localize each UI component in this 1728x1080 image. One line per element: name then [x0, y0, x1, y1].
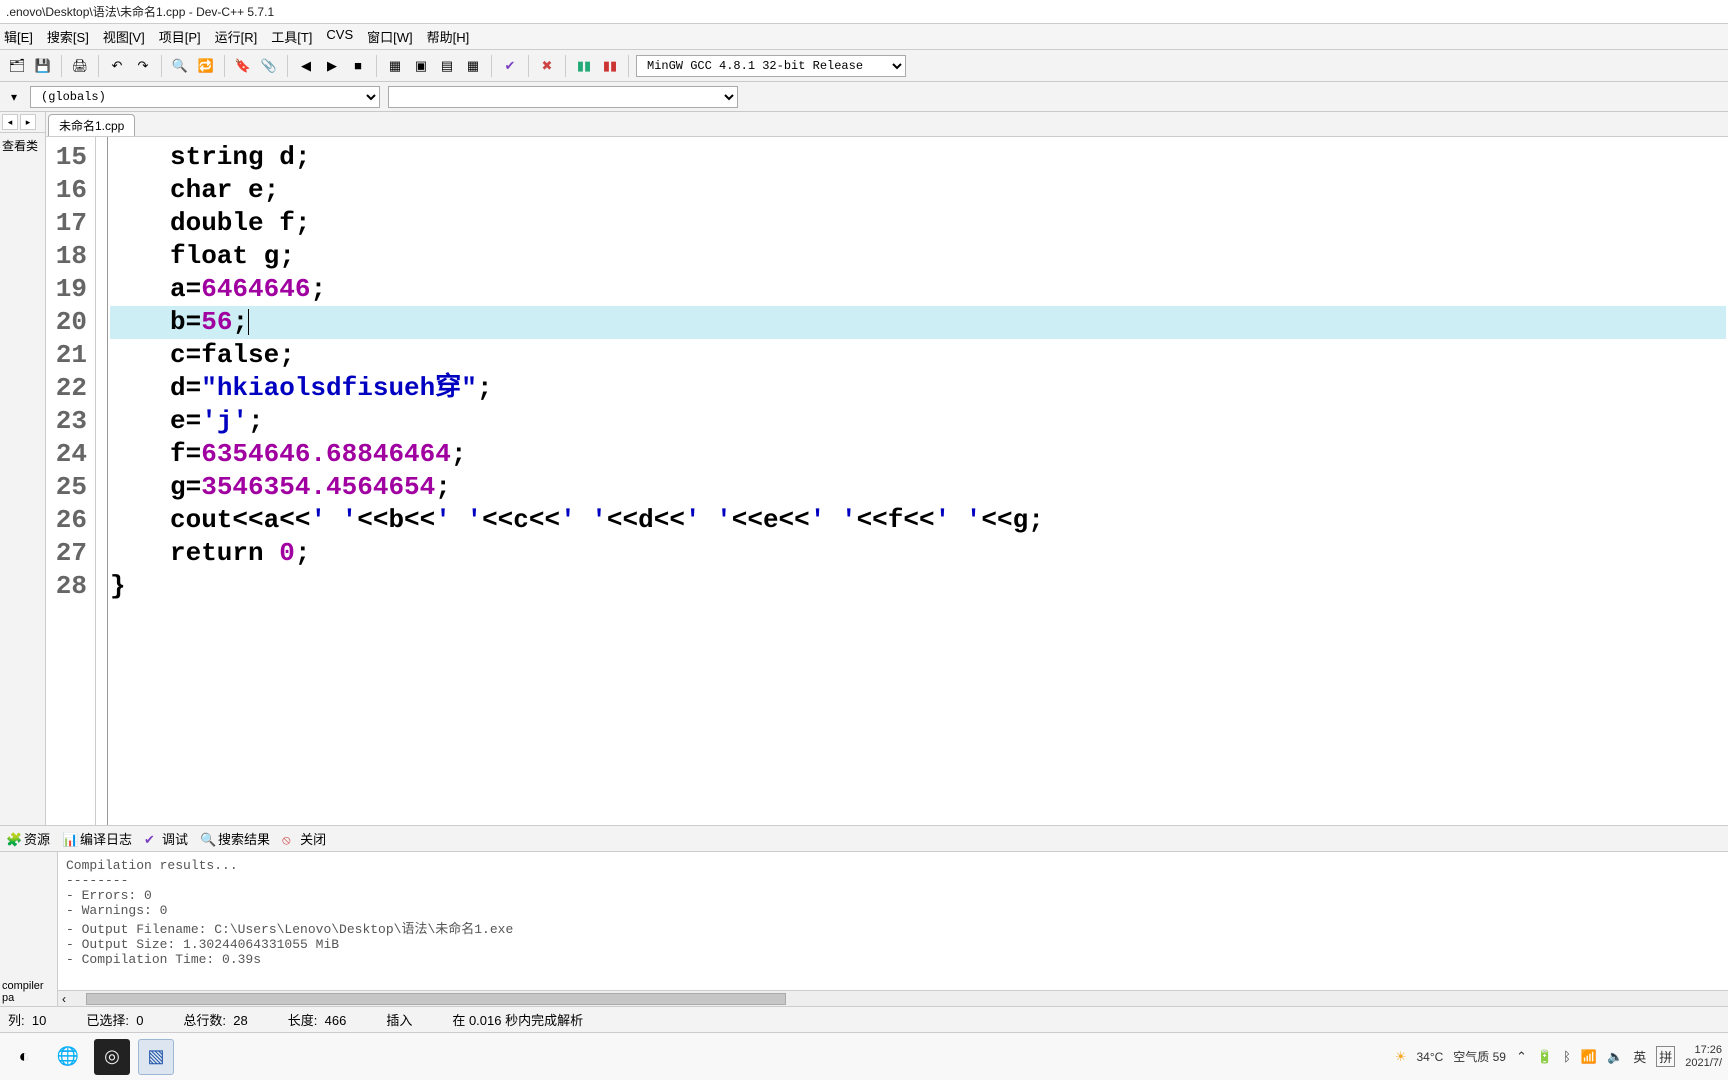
menu-window[interactable]: 窗口[W] — [367, 27, 413, 46]
bookmarks-icon[interactable]: 🔖 — [232, 55, 254, 77]
fold-bar[interactable] — [96, 137, 108, 825]
menu-view[interactable]: 视图[V] — [103, 27, 145, 46]
scrollbar-thumb[interactable] — [86, 993, 786, 1005]
taskbar-devcpp-icon[interactable]: ▧ — [138, 1039, 174, 1075]
title-text: .enovo\Desktop\语法\未命名1.cpp - Dev-C++ 5.7… — [6, 5, 274, 19]
system-clock[interactable]: 17:26 2021/7/ — [1685, 1044, 1722, 1070]
titlebar: .enovo\Desktop\语法\未命名1.cpp - Dev-C++ 5.7… — [0, 0, 1728, 24]
tab-compile-log[interactable]: 📊编译日志 — [62, 829, 132, 848]
menu-help[interactable]: 帮助[H] — [427, 27, 470, 46]
volume-icon[interactable]: 🔈 — [1607, 1049, 1623, 1065]
compile-icon[interactable]: ▦ — [384, 55, 406, 77]
profile-icon[interactable]: ▮▮ — [573, 55, 595, 77]
nav-right-icon[interactable]: ▸ — [20, 114, 36, 130]
menu-search[interactable]: 搜索[S] — [47, 27, 89, 46]
weather-icon[interactable]: ☀ — [1395, 1049, 1407, 1065]
resource-icon: 🧩 — [6, 832, 20, 846]
check-icon[interactable]: ✔ — [499, 55, 521, 77]
compiler-selector[interactable]: MinGW GCC 4.8.1 32-bit Release — [636, 55, 906, 77]
output-side-label: compiler pa — [0, 852, 58, 1006]
wifi-icon[interactable]: 📶 — [1581, 1049, 1597, 1065]
weather-temp[interactable]: 34°C — [1416, 1050, 1443, 1064]
tab-debug[interactable]: ✔调试 — [144, 829, 188, 848]
compilation-output[interactable]: Compilation results... -------- - Errors… — [58, 852, 1728, 990]
replace-icon[interactable]: 🔁 — [195, 55, 217, 77]
find-icon[interactable]: 🔍 — [169, 55, 191, 77]
taskbar-obs-icon[interactable]: ◎ — [94, 1039, 130, 1075]
ime-lang-icon[interactable]: 英 — [1633, 1047, 1646, 1066]
status-selected: 已选择: 0 — [86, 1010, 143, 1029]
status-col: 列: 10 — [8, 1010, 46, 1029]
chart-icon: 📊 — [62, 832, 76, 846]
menubar: 辑[E] 搜索[S] 视图[V] 项目[P] 运行[R] 工具[T] CVS 窗… — [0, 24, 1728, 50]
save-icon[interactable]: 💾 — [32, 55, 54, 77]
tab-search-result[interactable]: 🔍搜索结果 — [200, 829, 270, 848]
class-view-sidebar: ◂ ▸ 查看类 — [0, 112, 46, 825]
menu-edit[interactable]: 辑[E] — [4, 27, 33, 46]
main-toolbar: 🗂 💾 🖨 ↶ ↷ 🔍 🔁 🔖 📎 ◀ ▶ ■ ▦ ▣ ▤ ▦ ✔ ✖ ▮▮ ▮… — [0, 50, 1728, 82]
back-icon[interactable]: ◀ — [295, 55, 317, 77]
rebuild-icon[interactable]: ▦ — [462, 55, 484, 77]
status-parse: 在 0.016 秒内完成解析 — [452, 1010, 583, 1029]
code-editor[interactable]: 1516171819202122232425262728 string d;ch… — [46, 137, 1728, 825]
delete-icon[interactable]: ✖ — [536, 55, 558, 77]
battery-icon[interactable]: 🔋 — [1537, 1049, 1553, 1065]
menu-project[interactable]: 项目[P] — [159, 27, 201, 46]
statusbar: 列: 10 已选择: 0 总行数: 28 长度: 466 插入 在 0.016 … — [0, 1006, 1728, 1032]
chevron-up-icon[interactable]: ⌃ — [1516, 1049, 1527, 1065]
status-length: 长度: 466 — [288, 1010, 347, 1029]
taskbar-edge-icon[interactable]: 🌐 — [50, 1039, 86, 1075]
file-tab-bar: 未命名1.cpp — [46, 112, 1728, 137]
bottom-tab-bar: 🧩资源 📊编译日志 ✔调试 🔍搜索结果 ⦸关闭 — [0, 825, 1728, 851]
goto-icon[interactable]: 📎 — [258, 55, 280, 77]
taskbar-start-icon[interactable]: ◐ — [6, 1039, 42, 1075]
menu-run[interactable]: 运行[R] — [215, 27, 258, 46]
debug-profile-icon[interactable]: ▮▮ — [599, 55, 621, 77]
collapse-classview-icon[interactable]: ▾ — [6, 86, 22, 108]
status-total-lines: 总行数: 28 — [183, 1010, 247, 1029]
member-selector[interactable] — [388, 86, 738, 108]
undo-icon[interactable]: ↶ — [106, 55, 128, 77]
menu-tools[interactable]: 工具[T] — [271, 27, 312, 46]
status-mode: 插入 — [386, 1010, 412, 1029]
tab-close[interactable]: ⦸关闭 — [282, 829, 326, 848]
ime-mode-icon[interactable]: 拼 — [1656, 1046, 1675, 1067]
search-result-icon: 🔍 — [200, 832, 214, 846]
run-icon[interactable]: ▣ — [410, 55, 432, 77]
globals-selector[interactable]: (globals) — [30, 86, 380, 108]
bluetooth-icon[interactable]: ᛒ — [1563, 1049, 1571, 1064]
nav-left-icon[interactable]: ◂ — [2, 114, 18, 130]
print-icon[interactable]: 🖨 — [69, 55, 91, 77]
redo-icon[interactable]: ↷ — [132, 55, 154, 77]
output-panel: compiler pa Compilation results... -----… — [0, 851, 1728, 1006]
weather-aqi[interactable]: 空气质 59 — [1453, 1048, 1506, 1065]
new-project-icon[interactable]: 🗂 — [6, 55, 28, 77]
forward-icon[interactable]: ▶ — [321, 55, 343, 77]
scope-toolbar: ▾ (globals) — [0, 82, 1728, 112]
line-number-gutter: 1516171819202122232425262728 — [46, 137, 96, 825]
file-tab-active[interactable]: 未命名1.cpp — [48, 114, 135, 136]
windows-taskbar: ◐ 🌐 ◎ ▧ ☀ 34°C 空气质 59 ⌃ 🔋 ᛒ 📶 🔈 英 拼 17:2… — [0, 1032, 1728, 1080]
tab-resource[interactable]: 🧩资源 — [6, 829, 50, 848]
output-scrollbar[interactable]: ‹ — [58, 990, 1728, 1006]
menu-cvs[interactable]: CVS — [326, 27, 353, 46]
stop-icon[interactable]: ■ — [347, 55, 369, 77]
check-icon: ✔ — [144, 832, 158, 846]
class-view-label: 查看类 — [0, 133, 45, 158]
compile-run-icon[interactable]: ▤ — [436, 55, 458, 77]
code-body[interactable]: string d;char e;double f;float g;a=64646… — [108, 137, 1728, 825]
close-icon: ⦸ — [282, 832, 296, 846]
